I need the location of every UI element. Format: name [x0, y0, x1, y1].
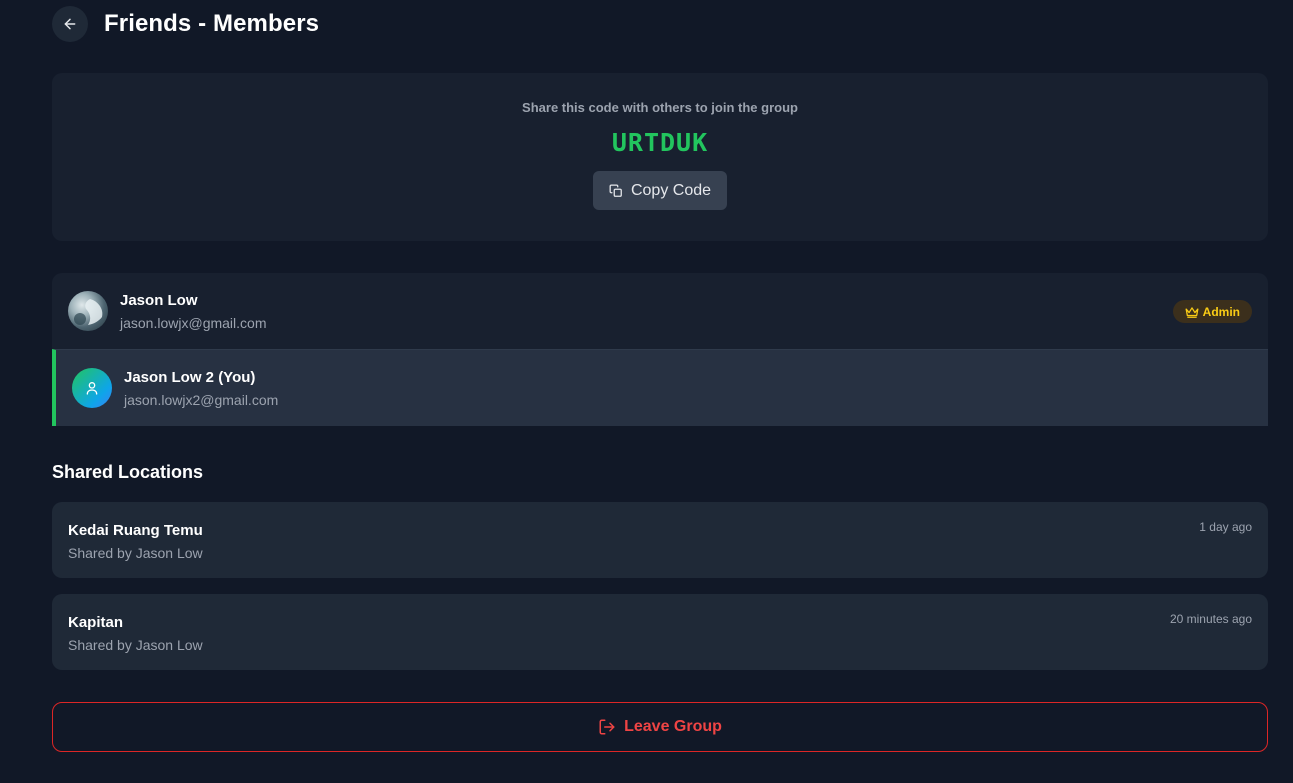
admin-badge-label: Admin	[1202, 304, 1240, 319]
avatar	[68, 291, 108, 331]
page-header: Friends - Members	[52, 6, 319, 42]
member-name: Jason Low 2 (You)	[124, 368, 256, 386]
default-user-icon	[72, 368, 112, 408]
copy-code-label: Copy Code	[630, 181, 712, 199]
location-timestamp: 20 minutes ago	[1169, 612, 1252, 626]
location-shared-by: Shared by Jason Low	[68, 637, 203, 653]
logout-icon	[599, 719, 615, 735]
copy-code-button[interactable]: Copy Code	[592, 171, 728, 210]
location-name: Kapitan	[68, 614, 124, 631]
crown-icon	[1185, 306, 1199, 318]
invite-code: URTDUK	[611, 128, 709, 157]
leave-group-button[interactable]: Leave Group	[52, 702, 1268, 752]
location-card[interactable]: Kapitan Shared by Jason Low 20 minutes a…	[52, 594, 1268, 670]
copy-icon	[609, 184, 622, 197]
arrow-left-icon	[64, 18, 76, 30]
invite-code-card: Share this code with others to join the …	[52, 73, 1268, 241]
member-row[interactable]: Jason Low jason.lowjx@gmail.com Admin	[52, 273, 1268, 349]
member-email: jason.lowjx@gmail.com	[120, 314, 267, 331]
member-email: jason.lowjx2@gmail.com	[124, 391, 279, 408]
share-instruction: Share this code with others to join the …	[522, 100, 798, 115]
location-card[interactable]: Kedai Ruang Temu Shared by Jason Low 1 d…	[52, 502, 1268, 578]
shared-locations-title: Shared Locations	[52, 462, 204, 482]
location-shared-by: Shared by Jason Low	[68, 545, 203, 561]
members-page: Friends - Members Share this code with o…	[0, 0, 1293, 783]
location-timestamp: 1 day ago	[1199, 520, 1252, 534]
page-title: Friends - Members	[104, 10, 320, 37]
back-button[interactable]	[52, 6, 88, 42]
location-name: Kedai Ruang Temu	[68, 522, 203, 539]
leave-group-label: Leave Group	[624, 718, 722, 735]
member-name: Jason Low	[120, 291, 198, 309]
member-row-current-user[interactable]: Jason Low 2 (You) jason.lowjx2@gmail.com	[52, 349, 1268, 426]
admin-badge: Admin	[1172, 300, 1252, 323]
members-list: Jason Low jason.lowjx@gmail.com Admin Ja…	[52, 273, 1268, 426]
